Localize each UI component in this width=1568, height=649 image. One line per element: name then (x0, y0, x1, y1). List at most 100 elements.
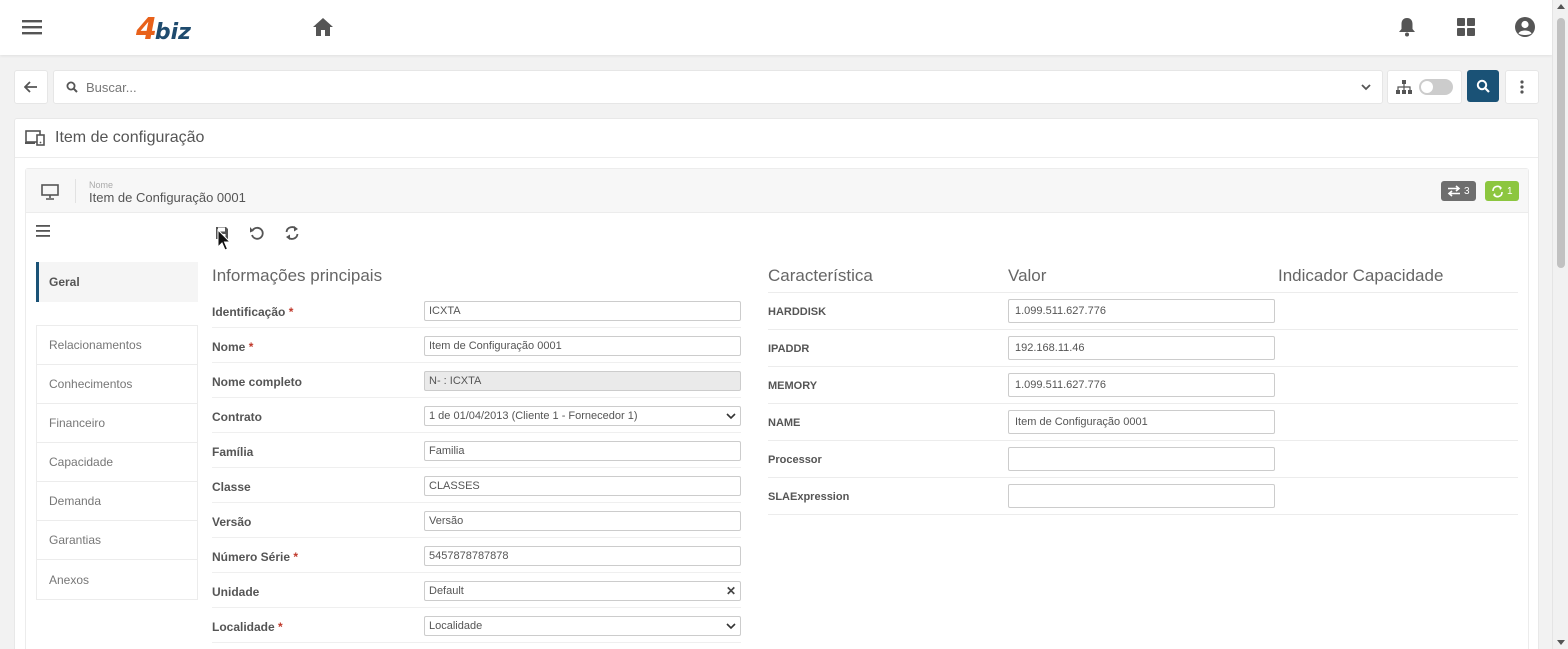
nome-completo-readonly: N- : ICXTA (424, 371, 741, 391)
nav-item-capacidade[interactable]: Capacidade (37, 443, 197, 482)
field-label: Classe (212, 480, 251, 494)
identificacao-input[interactable]: ICXTA (424, 301, 741, 321)
form-row-nome-completo: Nome completo N- : ICXTA (212, 363, 741, 398)
logo-name: biz (154, 20, 191, 45)
scrollbar-thumb[interactable] (1557, 18, 1565, 268)
column-header-caracteristica: Característica (768, 266, 873, 285)
more-options-button[interactable] (1505, 70, 1539, 104)
hierarchy-toggle[interactable] (1419, 79, 1453, 95)
arrow-left-icon (24, 81, 37, 93)
characteristic-value-input[interactable]: 1.099.511.627.776 (1008, 299, 1275, 323)
config-item-header: Nome Item de Configuração 0001 3 1 (26, 169, 1528, 213)
form-row-nome: Nome * Item de Configuração 0001 (212, 328, 741, 363)
characteristic-name: NAME (768, 417, 801, 429)
characteristic-name: SLAExpression (768, 491, 850, 503)
field-label: Nome completo (212, 375, 303, 389)
characteristic-name: Processor (768, 454, 822, 466)
nav-item-demanda[interactable]: Demanda (37, 482, 197, 521)
search-bar (53, 70, 1383, 104)
table-row: IPADDR 192.168.11.46 (768, 330, 1518, 367)
nav-item-garantias[interactable]: Garantias (37, 521, 197, 560)
classe-input[interactable]: CLASSES (424, 476, 741, 496)
main-panel: Item de configuração Nome Item de Config… (14, 118, 1539, 649)
nav-item-geral[interactable]: Geral (36, 262, 198, 302)
chevron-down-icon[interactable] (1360, 81, 1372, 93)
sync-icon (1492, 185, 1503, 197)
name-value: Item de Configuração 0001 (89, 190, 246, 205)
refresh-button[interactable] (281, 222, 303, 244)
search-input[interactable] (86, 79, 1326, 95)
field-label: Versão (212, 515, 252, 529)
column-header-indicador-capacidade: Indicador Capacidade (1278, 266, 1444, 285)
characteristic-name: MEMORY (768, 380, 818, 392)
column-header-valor: Valor (1008, 266, 1047, 285)
hierarchy-toggle-group (1387, 70, 1462, 104)
scroll-down-icon[interactable] (1557, 640, 1565, 645)
logo-prefix: 4 (136, 12, 157, 47)
nav-item-relacionamentos[interactable]: Relacionamentos (37, 326, 197, 365)
apps-grid-icon[interactable] (1455, 16, 1477, 38)
field-label: Unidade (212, 585, 260, 599)
clear-icon[interactable]: ✕ (726, 584, 736, 598)
mouse-cursor-icon (217, 229, 231, 251)
page-title-text: Item de configuração (55, 129, 205, 146)
field-label: Número Série * (212, 550, 299, 564)
field-label: Nome * (212, 340, 254, 354)
undo-button[interactable] (246, 222, 268, 244)
form-row-unidade: Unidade Default ✕ (212, 573, 741, 608)
nav-item-financeiro[interactable]: Financeiro (37, 404, 197, 443)
name-label: Nome (89, 180, 114, 190)
exchange-icon (1447, 185, 1461, 197)
relations-badge[interactable]: 3 (1441, 181, 1476, 201)
user-account-icon[interactable] (1514, 16, 1536, 38)
search-icon (66, 81, 78, 93)
section-nav: Geral Relacionamentos Conhecimentos Fina… (36, 262, 198, 600)
table-row: MEMORY 1.099.511.627.776 (768, 367, 1518, 404)
bell-icon[interactable] (1396, 16, 1418, 38)
sync-badge[interactable]: 1 (1485, 181, 1519, 201)
form-section-title: Informações principais (212, 266, 383, 285)
nav-item-anexos[interactable]: Anexos (37, 560, 197, 599)
home-icon[interactable] (312, 16, 334, 38)
contrato-select[interactable]: 1 de 01/04/2013 (Cliente 1 - Fornecedor … (424, 406, 741, 426)
versao-input[interactable]: Versão (424, 511, 741, 531)
back-button[interactable] (14, 70, 48, 104)
field-label: Família (212, 445, 254, 459)
characteristic-name: IPADDR (768, 343, 810, 355)
numero-serie-input[interactable]: 5457878787878 (424, 546, 741, 566)
config-item-card: Nome Item de Configuração 0001 3 1 Geral… (25, 168, 1529, 649)
form-row-familia: Família Familia (212, 433, 741, 468)
unidade-input[interactable]: Default ✕ (424, 581, 741, 601)
search-icon (1476, 79, 1490, 93)
table-row: NAME Item de Configuração 0001 (768, 404, 1518, 441)
side-menu-toggle-icon[interactable] (36, 225, 50, 237)
field-label: Identificação * (212, 305, 294, 319)
devices-icon (25, 130, 45, 146)
characteristic-value-input[interactable] (1008, 484, 1275, 508)
top-bar: 4 biz (0, 0, 1552, 55)
form-row-classe: Classe CLASSES (212, 468, 741, 503)
characteristic-value-input[interactable]: 1.099.511.627.776 (1008, 373, 1275, 397)
form-row-localidade: Localidade * Localidade (212, 608, 741, 643)
characteristic-value-input[interactable]: 192.168.11.46 (1008, 336, 1275, 360)
localidade-selected-value: Localidade (429, 620, 483, 632)
main-info-form: Identificação * ICXTA Nome * Item de Con… (212, 293, 741, 643)
form-row-numero-serie: Número Série * 5457878787878 (212, 538, 741, 573)
search-button[interactable] (1467, 70, 1499, 102)
chevron-down-icon (726, 413, 736, 420)
characteristic-value-input[interactable]: Item de Configuração 0001 (1008, 410, 1275, 434)
hamburger-icon[interactable] (21, 16, 43, 38)
page-scrollbar[interactable] (1552, 0, 1568, 649)
page-title: Item de configuração (25, 129, 204, 147)
scroll-up-icon[interactable] (1557, 4, 1565, 9)
logo[interactable]: 4 biz (136, 9, 191, 45)
familia-input[interactable]: Familia (424, 441, 741, 461)
chevron-down-icon (726, 623, 736, 630)
nome-input[interactable]: Item de Configuração 0001 (424, 336, 741, 356)
localidade-select[interactable]: Localidade (424, 616, 741, 636)
form-row-contrato: Contrato 1 de 01/04/2013 (Cliente 1 - Fo… (212, 398, 741, 433)
form-row-versao: Versão Versão (212, 503, 741, 538)
form-row-identificacao: Identificação * ICXTA (212, 293, 741, 328)
nav-item-conhecimentos[interactable]: Conhecimentos (37, 365, 197, 404)
characteristic-value-input[interactable] (1008, 447, 1275, 471)
